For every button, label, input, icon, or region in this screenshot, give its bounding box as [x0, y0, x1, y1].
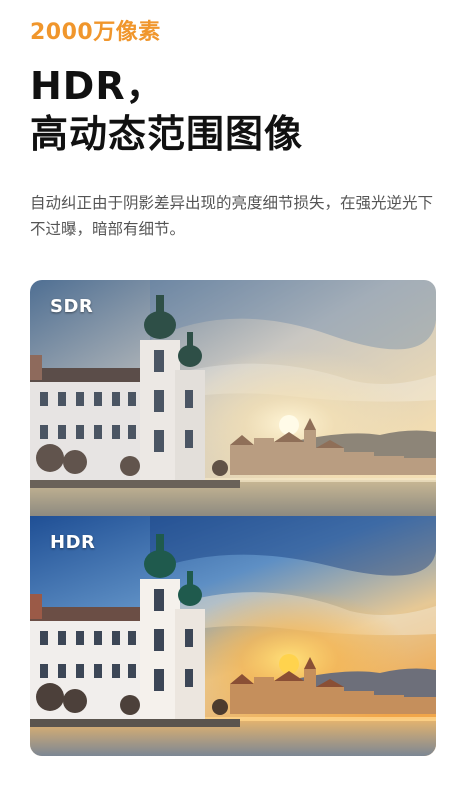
title-line-2: 高动态范围图像 — [30, 112, 304, 156]
hdr-photo-panel: HDR — [30, 516, 436, 756]
page-title: HDR， 高动态范围图像 — [30, 62, 303, 158]
feature-description: 自动纠正由于阴影差异出现的亮度细节损失，在强光逆光下不过曝，暗部有细节。 — [30, 194, 434, 238]
resolution-tagline: 2000万像素 — [30, 20, 161, 45]
sdr-photo-panel: SDR — [30, 280, 436, 516]
hdr-label: HDR — [50, 532, 96, 553]
sdr-label: SDR — [50, 296, 94, 317]
title-line-1: HDR， — [30, 64, 165, 108]
